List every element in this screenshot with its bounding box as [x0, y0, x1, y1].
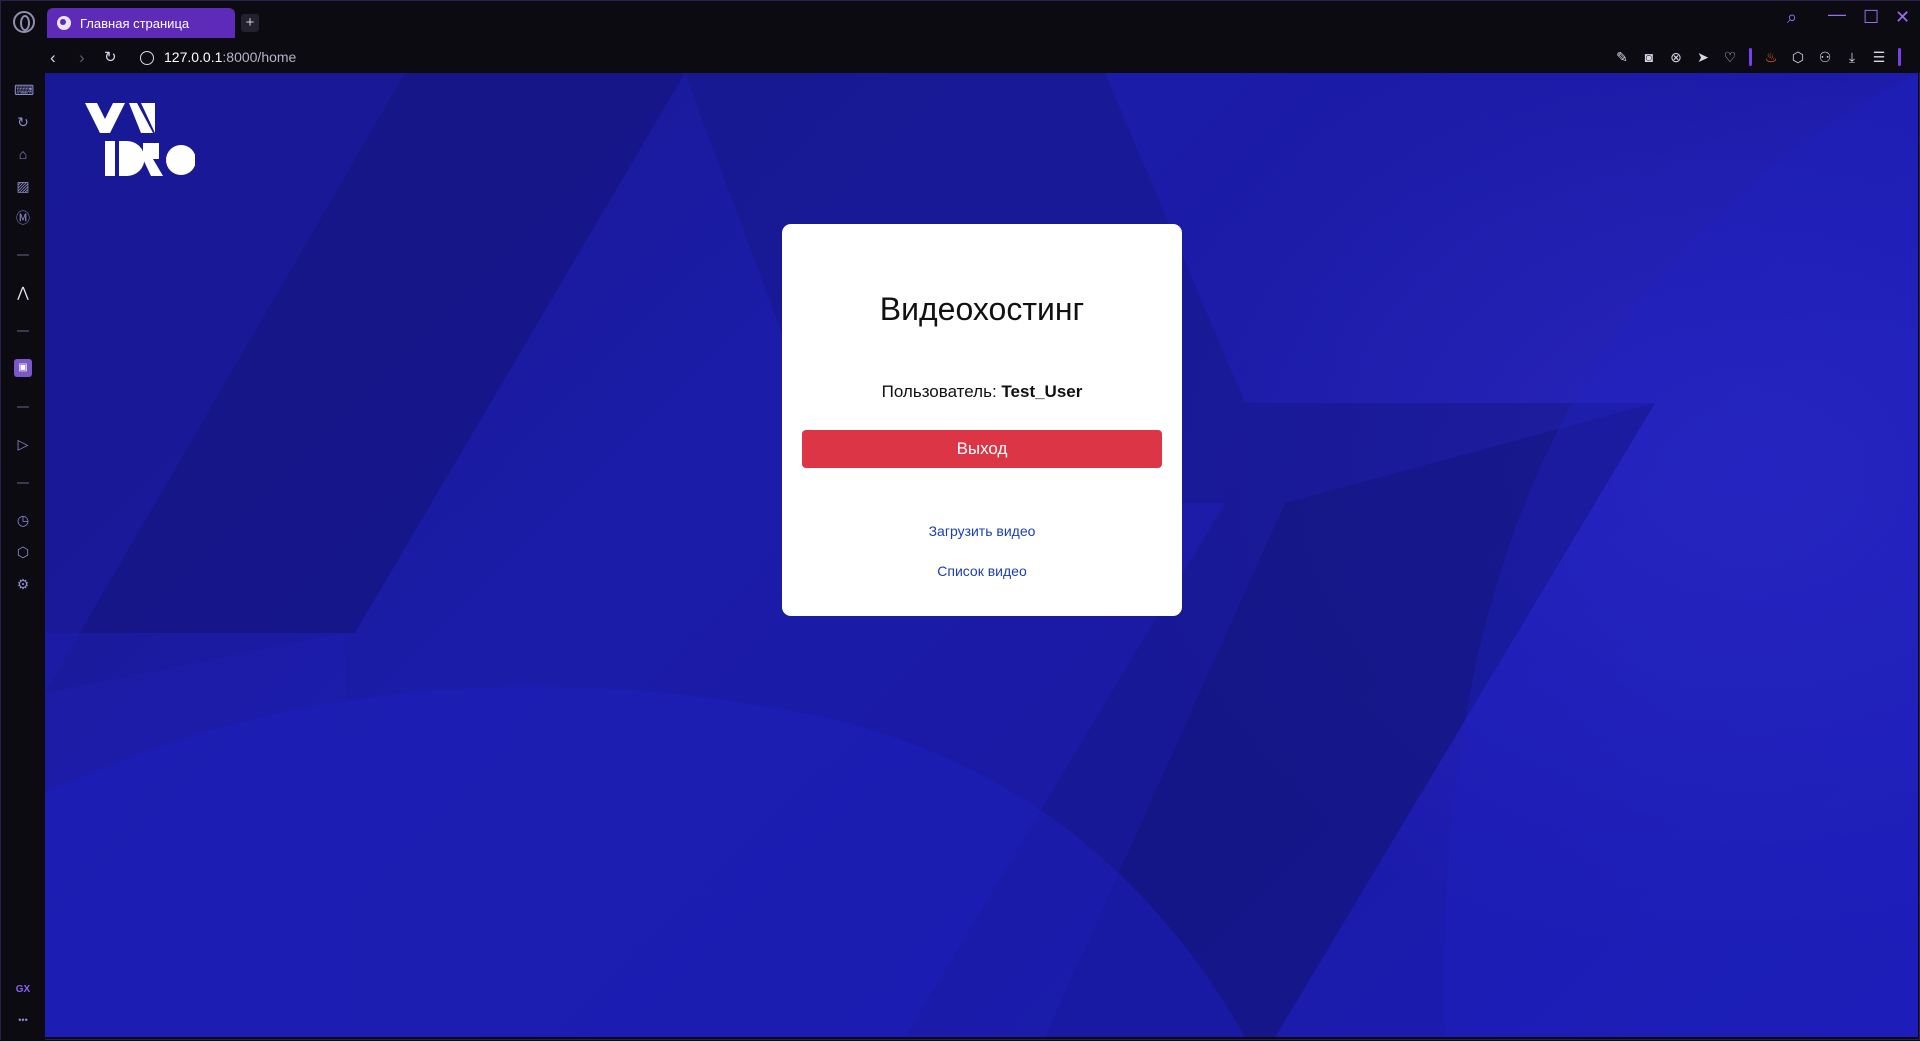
mod-icon[interactable]: Ⓜ: [14, 209, 32, 227]
sidebar-divider: [17, 330, 29, 332]
address-bar: ‹ › ↻ 127.0.0.1:8000/home ✎ ◙ ⊗ ➤ ♡ ♨ ⬡ …: [1, 43, 1920, 73]
heart-icon[interactable]: ♡: [1722, 49, 1738, 65]
aria-icon[interactable]: ⋀: [14, 283, 32, 301]
gaming-icon[interactable]: ⌨: [14, 81, 34, 99]
twitch-icon[interactable]: ▣: [14, 359, 32, 377]
home-card: Видеохостинг Пользователь: Test_User Вых…: [782, 224, 1182, 616]
toolbar-separator-end: [1898, 48, 1901, 66]
menu-icon[interactable]: ☰: [1871, 49, 1887, 65]
refresh-icon[interactable]: ↻: [14, 113, 32, 131]
video-list-link[interactable]: Список видео: [782, 563, 1182, 579]
site-info-icon[interactable]: [140, 51, 154, 65]
tab-title: Главная страница: [80, 15, 190, 31]
toolbar-separator: [1749, 48, 1752, 66]
history-icon[interactable]: ◷: [14, 511, 32, 529]
new-tab-button[interactable]: +: [241, 14, 259, 32]
fire-icon[interactable]: ♨: [1763, 49, 1779, 65]
more-icon[interactable]: •••: [14, 1011, 32, 1029]
globe-icon: [57, 16, 71, 30]
url-path: :8000/home: [222, 49, 297, 65]
user-label: Пользователь:: [881, 382, 997, 401]
page-title: Видеохостинг: [879, 291, 1085, 327]
tab-home[interactable]: Главная страница: [47, 8, 235, 38]
reload-icon[interactable]: ↻: [104, 48, 117, 66]
download-icon[interactable]: ⤓: [1844, 49, 1860, 65]
send-icon[interactable]: ➤: [1695, 49, 1711, 65]
opera-gx-logo-icon[interactable]: [13, 11, 35, 33]
back-icon[interactable]: ‹: [50, 48, 56, 68]
sidebar-divider: [17, 482, 29, 484]
tab-strip: Главная страница + ⌕ — ☐ ✕: [1, 1, 1920, 43]
page-viewport: Видеохостинг Пользователь: Test_User Вых…: [45, 73, 1918, 1037]
extensions-icon[interactable]: ⬡: [14, 543, 32, 561]
settings-icon[interactable]: ⚙: [14, 575, 32, 593]
player-icon[interactable]: ▷: [14, 435, 32, 453]
url-field[interactable]: 127.0.0.1:8000/home: [164, 49, 296, 65]
yadro-logo-icon[interactable]: [85, 103, 195, 178]
search-icon[interactable]: ⌕: [1787, 7, 1797, 28]
gx-corner-label[interactable]: GX: [14, 981, 32, 999]
user-info: Пользователь: Test_User: [782, 382, 1182, 402]
url-host: 127.0.0.1: [164, 49, 223, 65]
cleaner-icon[interactable]: ⌂: [14, 145, 32, 163]
profile-icon[interactable]: ⚇: [1817, 49, 1833, 65]
minimize-icon[interactable]: —: [1828, 4, 1846, 25]
display-icon[interactable]: ▨: [14, 177, 32, 195]
toolbar-icons: ✎ ◙ ⊗ ➤ ♡ ♨ ⬡ ⚇ ⤓ ☰: [1614, 48, 1901, 66]
block-icon[interactable]: ⊗: [1668, 49, 1684, 65]
close-icon[interactable]: ✕: [1895, 7, 1910, 28]
camera-icon[interactable]: ◙: [1641, 49, 1657, 65]
browser-window: Главная страница + ⌕ — ☐ ✕ ‹ › ↻ 127.0.0…: [0, 0, 1920, 1041]
cube-icon[interactable]: ⬡: [1790, 49, 1806, 65]
sidebar-divider: [17, 254, 29, 256]
edit-icon[interactable]: ✎: [1614, 49, 1630, 65]
logout-button[interactable]: Выход: [802, 430, 1162, 468]
sidebar: ⌨ ↻ ⌂ ▨ Ⓜ ⋀ ▣ ▷ ◷ ⬡ ⚙ GX •••: [1, 73, 45, 1041]
sidebar-divider: [17, 406, 29, 408]
maximize-icon[interactable]: ☐: [1863, 7, 1879, 28]
upload-video-link[interactable]: Загрузить видео: [782, 523, 1182, 539]
username: Test_User: [1001, 382, 1083, 401]
forward-icon[interactable]: ›: [79, 48, 85, 68]
